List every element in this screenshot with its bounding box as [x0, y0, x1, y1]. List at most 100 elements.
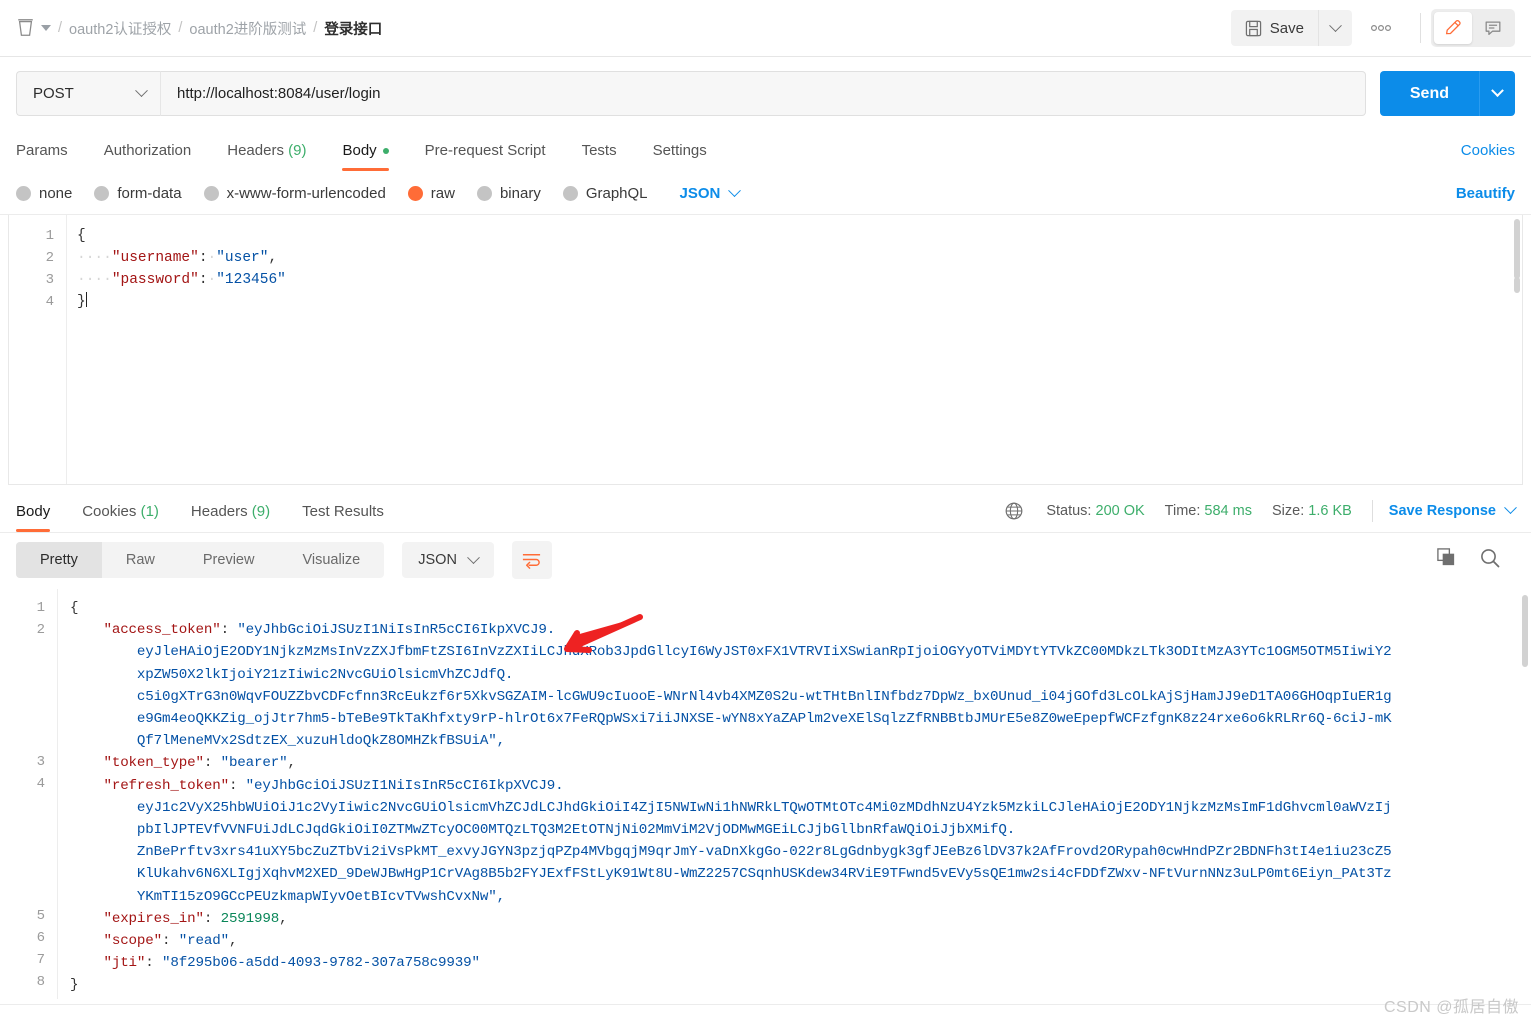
send-button[interactable]: Send	[1379, 71, 1479, 116]
response-tab-cookies[interactable]: Cookies (1)	[66, 499, 175, 532]
response-format-select[interactable]: JSON	[402, 542, 494, 578]
json-value-wrap: eyJleHAiOjE2ODY1NjkzMzMsInVzZXJfbmFtZSI6…	[136, 644, 1392, 661]
request-body-editor[interactable]: 1 2 3 4 {····"username":·"user", ····"pas…	[8, 215, 1523, 485]
beautify-button[interactable]: Beautify	[1456, 185, 1515, 202]
cookies-link[interactable]: Cookies	[1461, 142, 1515, 171]
search-icon[interactable]	[1479, 547, 1501, 574]
save-options-button[interactable]	[1318, 10, 1352, 46]
view-preview[interactable]: Preview	[179, 542, 279, 578]
json-close-brace: }	[70, 977, 79, 994]
line-number: 2	[36, 622, 45, 638]
body-format-select[interactable]: JSON	[679, 184, 742, 202]
space-dot: ·	[207, 250, 217, 266]
response-tab-test-results[interactable]: Test Results	[286, 499, 400, 532]
request-url-input[interactable]: http://localhost:8084/user/login	[160, 71, 1366, 116]
view-visualize[interactable]: Visualize	[278, 542, 384, 578]
tab-label: Params	[16, 142, 68, 159]
line-number: 4	[36, 776, 45, 792]
chevron-down-icon	[467, 550, 480, 564]
breadcrumb-item-2[interactable]: oauth2进阶版测试	[189, 18, 306, 39]
body-type-binary[interactable]: binary	[476, 185, 541, 202]
send-group: Send	[1379, 71, 1515, 116]
body-type-form-data[interactable]: form-data	[94, 185, 182, 202]
modified-dot-icon	[382, 148, 389, 155]
json-colon: :	[220, 622, 238, 639]
json-value-wrap: xpZW50X2lkIjoiY21zIiwic2NvcGUiOlsicmVhZC…	[136, 666, 514, 683]
body-type-graphql[interactable]: GraphQL	[562, 185, 648, 202]
size-value: 1.6 KB	[1308, 502, 1352, 519]
tab-count: (9)	[288, 142, 307, 159]
status-label: Status:	[1046, 502, 1092, 519]
radio-icon-selected	[407, 186, 423, 201]
json-open-brace: {	[77, 228, 86, 244]
json-key: "scope"	[103, 933, 163, 950]
response-tab-headers[interactable]: Headers (9)	[175, 499, 286, 532]
response-scrollbar[interactable]	[1522, 595, 1528, 667]
tab-settings[interactable]: Settings	[635, 134, 725, 171]
cup-icon	[18, 19, 33, 36]
send-options-button[interactable]	[1479, 71, 1515, 116]
http-method-select[interactable]: POST	[16, 71, 160, 116]
response-body-viewer[interactable]: 1 2 3 4 5 6 7 8 { "access_token": "eyJhb…	[0, 589, 1531, 999]
body-format-value: JSON	[679, 185, 721, 202]
request-url-value: http://localhost:8084/user/login	[177, 85, 381, 102]
body-type-none[interactable]: none	[16, 185, 72, 202]
json-value: "read"	[178, 933, 229, 950]
tab-body[interactable]: Body	[324, 134, 406, 171]
divider	[1371, 499, 1373, 522]
json-comma: ,	[279, 910, 288, 927]
tab-tests[interactable]: Tests	[564, 134, 635, 171]
json-value: "eyJhbGciOiJSUzI1NiIsInR5cCI6IkpXVCJ9.	[237, 622, 556, 639]
tab-label: Test Results	[302, 503, 384, 520]
json-key: "username"	[111, 250, 199, 266]
chevron-down-icon	[1329, 18, 1342, 32]
line-number: 3	[36, 754, 45, 770]
status-item: Status: 200 OK	[1046, 503, 1144, 519]
request-body-code[interactable]: {····"username":·"user", ····"password":·…	[67, 215, 1522, 484]
tab-pre-request-script[interactable]: Pre-request Script	[407, 134, 564, 171]
more-actions-button[interactable]	[1352, 10, 1410, 46]
tab-headers[interactable]: Headers (9)	[209, 134, 324, 171]
json-key: "refresh_token"	[103, 777, 229, 794]
tab-params[interactable]: Params	[16, 134, 86, 171]
body-type-raw[interactable]: raw	[407, 185, 455, 202]
copy-icon[interactable]	[1436, 547, 1457, 573]
json-value-wrap: ZnBePrftv3xrs41uXY5bcZuZTbVi2iVsPkMT_exv…	[136, 844, 1392, 861]
body-type-urlencoded[interactable]: x-www-form-urlencoded	[203, 185, 386, 202]
response-body-code[interactable]: { "access_token": "eyJhbGciOiJSUzI1NiIsI…	[58, 589, 1531, 999]
json-colon: :	[145, 955, 163, 972]
tab-authorization[interactable]: Authorization	[86, 134, 210, 171]
chevron-down-icon	[1491, 84, 1504, 98]
save-response-button[interactable]: Save Response	[1389, 501, 1517, 519]
comment-button[interactable]	[1474, 12, 1512, 44]
save-button[interactable]: Save	[1230, 10, 1318, 46]
json-value: "bearer"	[220, 755, 288, 772]
tab-label: Body	[342, 142, 377, 159]
divider	[1420, 13, 1421, 43]
view-pretty[interactable]: Pretty	[16, 542, 102, 578]
response-meta: Status: 200 OK Time: 584 ms Size: 1.6 KB…	[1004, 499, 1517, 532]
save-button-label: Save	[1269, 19, 1304, 37]
body-type-row: none form-data x-www-form-urlencoded raw…	[0, 171, 1531, 215]
tab-label: Authorization	[103, 142, 192, 159]
view-raw[interactable]: Raw	[102, 542, 179, 578]
json-value-wrap: Qf7lMeneMVx2SdtzEX_xuzuHldoQkZ8OMHZkfBSU…	[136, 733, 505, 750]
json-colon: :	[162, 933, 179, 950]
response-header: Body Cookies (1) Headers (9) Test Result…	[0, 485, 1531, 532]
body-type-label: form-data	[117, 185, 182, 202]
radio-icon	[562, 186, 578, 201]
line-number: 3	[45, 272, 54, 288]
radio-icon	[203, 186, 219, 201]
status-value: 200 OK	[1095, 502, 1145, 519]
body-type-label: GraphQL	[585, 185, 648, 202]
collection-selector[interactable]	[16, 18, 51, 38]
edit-mode-button[interactable]	[1434, 12, 1472, 44]
editor-scrollbar[interactable]	[1514, 219, 1520, 279]
comment-icon	[1485, 21, 1501, 35]
breadcrumb-item-1[interactable]: oauth2认证授权	[69, 18, 171, 39]
editor-scrollbar-secondary[interactable]	[1514, 277, 1520, 293]
json-value-wrap: e9Gm4eoQKKZig_ojJtr7hm5-bTeBe9TkTaKhfxty…	[136, 711, 1392, 728]
response-tab-body[interactable]: Body	[16, 499, 66, 532]
word-wrap-button[interactable]	[511, 541, 552, 579]
space-dot: ·	[207, 272, 217, 288]
